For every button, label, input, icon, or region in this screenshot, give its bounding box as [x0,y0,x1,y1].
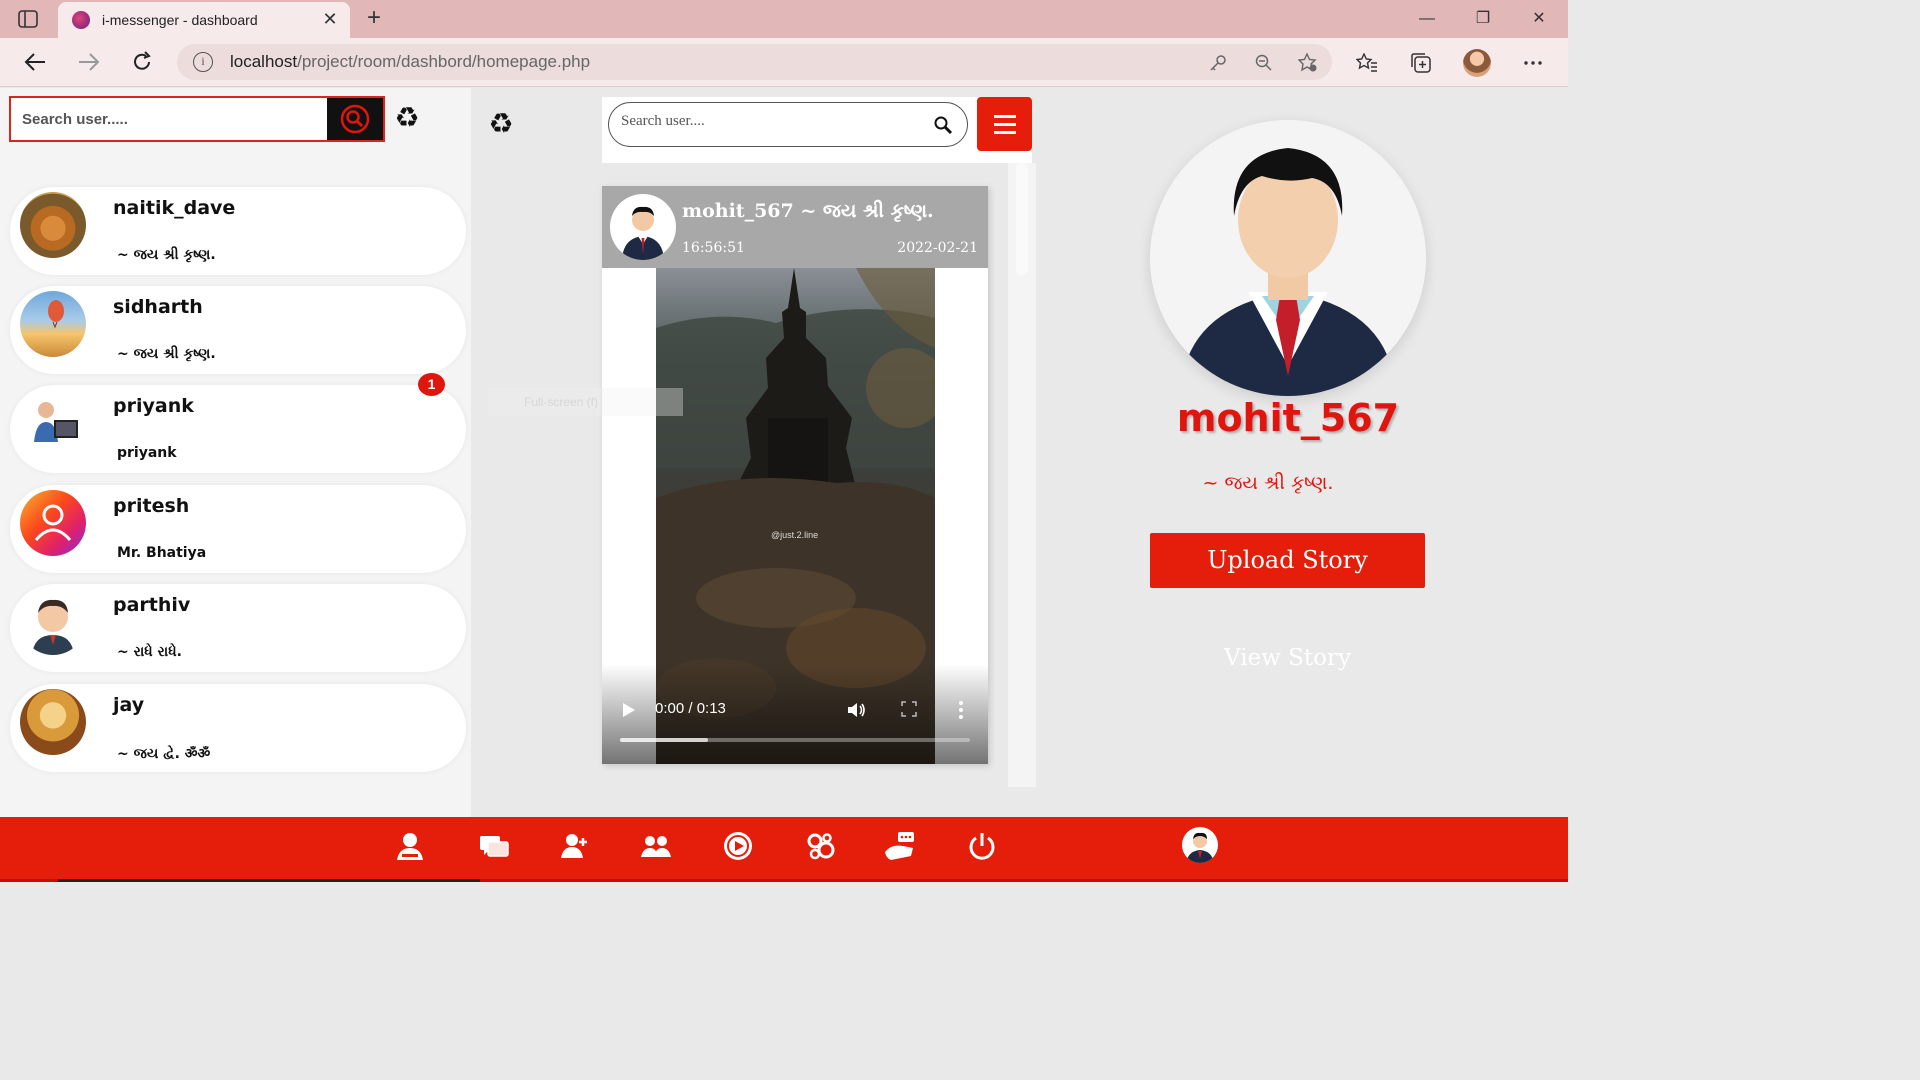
refresh-feed-icon[interactable]: ♻ [486,108,516,140]
url-path: /project/room/dashbord/homepage.php [297,52,591,71]
post-time: 16:56:51 [682,240,745,256]
feed-scrollbar[interactable] [1008,163,1036,787]
close-tab-icon[interactable]: ✕ [320,10,340,30]
play-icon[interactable] [622,702,636,718]
settings-icon[interactable] [802,828,838,864]
contact-item[interactable]: sidharth ~ જય શ્રી કૃષ્ણ. [10,286,466,374]
profile-username: mohit_567 [1176,396,1400,440]
contact-status: ~ જય શ્રી કૃષ્ણ. [117,247,216,263]
contact-status: ~ જય શ્રી કૃષ્ણ. [117,346,216,362]
contact-name: naitik_dave [113,197,236,219]
more-options-icon[interactable] [1520,50,1546,76]
power-icon[interactable] [964,828,1000,864]
video-icon[interactable] [720,828,756,864]
view-story-link[interactable]: View Story [1150,645,1425,671]
post-avatar[interactable] [610,194,676,260]
contact-item[interactable]: parthiv ~ રાધે રાધે. [10,584,466,672]
address-bar: i localhost/project/room/dashbord/homepa… [0,38,1568,87]
zoom-out-icon[interactable] [1253,52,1275,74]
browser-tab-bar: i-messenger - dashboard ✕ + — ❐ ✕ [0,0,1568,38]
contact-name: pritesh [113,495,190,517]
contact-status: Mr. Bhatiya [117,545,207,561]
feed-search [608,102,968,147]
browser-profile-avatar[interactable] [1463,49,1491,77]
fullscreen-tooltip: Full-screen (f) [488,388,683,416]
nav-avatar[interactable] [1182,827,1218,863]
key-icon[interactable] [1207,52,1229,74]
post-header: mohit_567 ~ જય શ્રી કૃષ્ણ. 16:56:51 2022… [602,186,988,268]
contact-item[interactable]: jay ~ જય દ્વે. ॐॐ [10,684,466,772]
close-window-icon[interactable]: ✕ [1524,6,1554,32]
story-post: mohit_567 ~ જય શ્રી કૃષ્ણ. 16:56:51 2022… [602,186,988,764]
video-progress-fill [620,738,708,742]
profile-status: ~ જય શ્રી કૃષ્ણ. [1202,472,1334,494]
contact-name: jay [113,694,145,716]
upload-story-button[interactable]: Upload Story [1150,533,1425,588]
post-username: mohit_567 ~ જય શ્રી કૃષ્ણ. [682,200,934,222]
video-watermark: @just.2.line [771,530,819,540]
search-button[interactable] [327,98,383,140]
tab-actions-icon[interactable] [14,6,42,32]
reload-icon[interactable] [127,48,157,76]
feed-header [602,97,1032,163]
site-info-icon[interactable]: i [193,52,213,72]
story-icon[interactable] [882,828,918,864]
tab-title: i-messenger - dashboard [102,12,258,28]
contact-avatar [20,490,86,556]
feed-search-input[interactable] [621,113,921,130]
minimize-icon[interactable]: — [1412,6,1442,32]
collections-icon[interactable] [1408,50,1434,76]
contact-avatar [20,589,86,655]
volume-icon[interactable] [846,700,866,720]
contact-name: parthiv [113,594,191,616]
video-time: 0:00 / 0:13 [655,700,726,717]
contact-status: ~ રાધે રાધે. [117,644,182,660]
contact-item[interactable]: priyank priyank [10,385,466,473]
forward-icon[interactable] [74,48,104,76]
new-tab-icon[interactable]: + [360,4,388,32]
contact-avatar [20,689,86,755]
contact-status: priyank [117,445,177,461]
video-progress[interactable] [620,738,970,742]
contact-status: ~ જય દ્વે. ॐॐ [117,746,211,762]
add-favorite-icon[interactable] [1297,52,1319,74]
url-field[interactable]: i localhost/project/room/dashbord/homepa… [177,44,1332,80]
contact-avatar [20,192,86,258]
favicon-icon [72,11,90,29]
contact-name: sidharth [113,296,203,318]
fullscreen-icon[interactable] [901,701,917,717]
user-search-input[interactable] [11,98,327,140]
profile-picture[interactable] [1150,120,1426,396]
user-search [9,96,385,142]
contact-name: priyank [113,395,194,417]
search-icon[interactable] [933,115,953,135]
contact-avatar [20,390,86,456]
url-host: localhost [230,52,298,71]
contact-avatar [20,291,86,357]
chats-icon[interactable] [476,828,512,864]
back-icon[interactable] [20,48,50,76]
post-date: 2022-02-21 [897,240,978,256]
unread-badge: 1 [418,373,445,396]
taskbar-strip [58,879,480,882]
groups-icon[interactable] [638,828,674,864]
more-icon[interactable] [958,700,964,720]
add-user-icon[interactable] [556,828,592,864]
story-video[interactable]: @just.2.line 0:00 / 0:13 [602,268,988,764]
bottom-nav [0,817,1568,882]
browser-tab[interactable]: i-messenger - dashboard ✕ [58,2,350,38]
contact-item[interactable]: naitik_dave ~ જય શ્રી કૃષ્ણ. [10,187,466,275]
refresh-icon[interactable]: ♻ [392,102,422,134]
profile-icon[interactable] [392,828,428,864]
contacts-panel: ♻ naitik_dave ~ જય શ્રી કૃષ્ણ. sidharth … [0,88,471,817]
menu-button[interactable] [977,97,1032,151]
contact-item[interactable]: pritesh Mr. Bhatiya [10,485,466,573]
favorites-icon[interactable] [1354,50,1380,76]
search-icon [340,104,370,134]
restore-icon[interactable]: ❐ [1468,6,1498,32]
video-controls: 0:00 / 0:13 [602,664,988,764]
url-text: localhost/project/room/dashbord/homepage… [230,52,590,72]
scrollbar-thumb[interactable] [1016,163,1028,275]
